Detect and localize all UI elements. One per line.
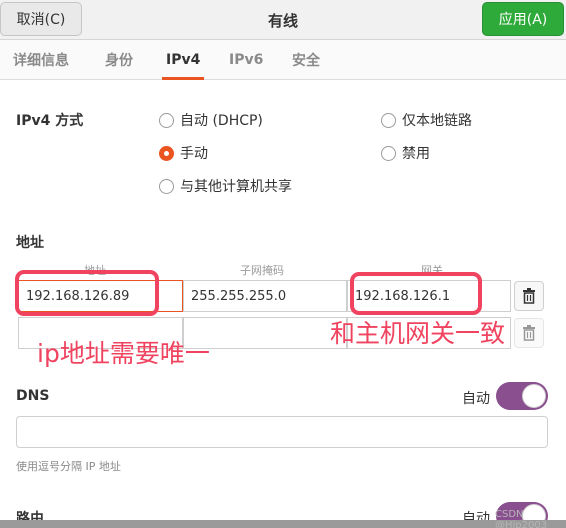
apply-button[interactable]: 应用(A) (482, 2, 564, 36)
radio-manual-indicator (159, 145, 174, 161)
ipv4-method-label: IPv4 方式 (16, 113, 84, 129)
bottom-edge (0, 520, 566, 528)
radio-dhcp-label: 自动 (DHCP) (180, 113, 263, 129)
radio-manual[interactable]: 手动 (159, 143, 208, 163)
radio-shared-indicator (159, 178, 174, 194)
gateway-field-empty[interactable] (347, 317, 511, 349)
radio-link-local[interactable]: 仅本地链路 (381, 110, 472, 130)
netmask-field[interactable]: 255.255.255.0 (183, 280, 347, 312)
radio-dhcp[interactable]: 自动 (DHCP) (159, 110, 263, 130)
gateway-field[interactable]: 192.168.126.1 (347, 280, 511, 312)
dns-auto-label: 自动 (462, 391, 490, 407)
netmask-field-empty[interactable] (183, 317, 347, 349)
dns-label: DNS (16, 388, 50, 404)
radio-disabled-indicator (381, 145, 396, 161)
column-header-gateway: 网关 (421, 264, 443, 277)
address-field-empty[interactable] (18, 317, 183, 349)
radio-shared[interactable]: 与其他计算机共享 (159, 176, 292, 196)
radio-disabled[interactable]: 禁用 (381, 143, 430, 163)
radio-dhcp-indicator (159, 112, 174, 128)
address-field[interactable]: 192.168.126.89 (18, 280, 183, 312)
tab-ipv4[interactable]: IPv4 (161, 40, 205, 80)
column-header-address: 地址 (84, 264, 106, 277)
radio-link-local-indicator (381, 112, 396, 128)
dns-switch-knob (522, 384, 546, 408)
dns-hint: 使用逗号分隔 IP 地址 (16, 460, 121, 473)
delete-row-button-disabled (514, 318, 544, 348)
delete-row-button[interactable] (514, 281, 544, 311)
cancel-button[interactable]: 取消(C) (0, 2, 82, 36)
tab-bar: 详细信息 身份 IPv4 IPv6 安全 (0, 40, 566, 80)
radio-disabled-label: 禁用 (402, 146, 430, 162)
header-bar: 取消(C) 有线 应用(A) (0, 0, 566, 40)
tab-identity[interactable]: 身份 (105, 40, 133, 80)
dns-input[interactable] (16, 416, 548, 448)
radio-shared-label: 与其他计算机共享 (180, 179, 292, 195)
tab-security[interactable]: 安全 (292, 40, 320, 80)
address-section-label: 地址 (16, 235, 44, 251)
tab-ipv6[interactable]: IPv6 (229, 40, 263, 80)
trash-icon (523, 325, 535, 341)
radio-link-local-label: 仅本地链路 (402, 113, 472, 129)
dns-auto-switch[interactable] (496, 382, 548, 410)
column-header-netmask: 子网掩码 (240, 264, 284, 277)
tab-details[interactable]: 详细信息 (13, 40, 69, 80)
trash-icon (523, 288, 535, 304)
radio-manual-label: 手动 (180, 146, 208, 162)
